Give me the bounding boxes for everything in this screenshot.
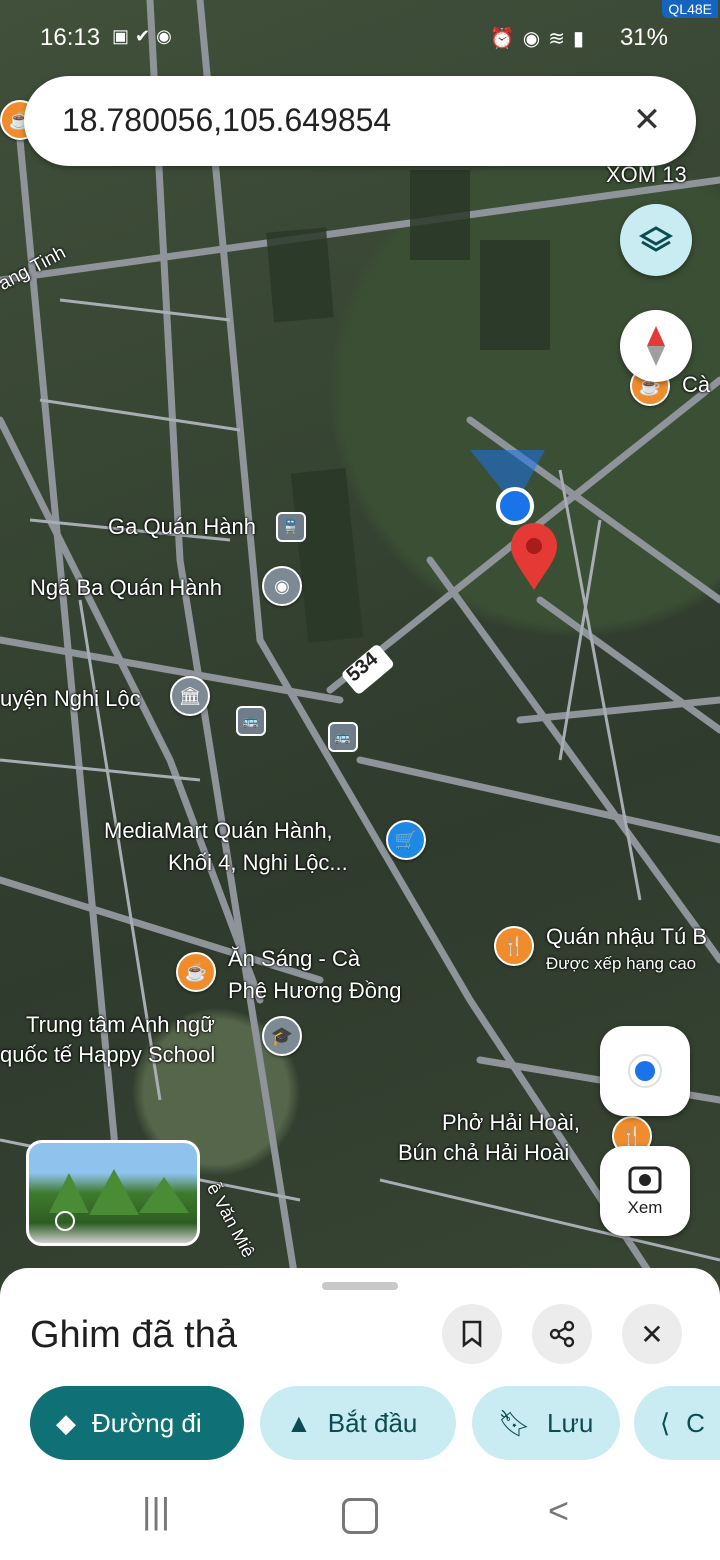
- school-icon[interactable]: 🎓: [262, 1016, 302, 1056]
- label-quan-nhau[interactable]: Quán nhậu Tú B: [546, 924, 707, 949]
- landmark-icon[interactable]: ◉: [262, 566, 302, 606]
- label-an-sang-line1[interactable]: Ăn Sáng - Cà: [228, 946, 360, 971]
- restaurant-icon[interactable]: 🍴: [494, 926, 534, 966]
- system-nav-bar: ||| <: [0, 1476, 720, 1560]
- share-chip[interactable]: ⟨ C: [634, 1386, 720, 1460]
- label-happy-school-line2[interactable]: quốc tế Happy School: [0, 1042, 215, 1067]
- label-happy-school-line1[interactable]: Trung tâm Anh ngữ: [26, 1012, 215, 1037]
- layers-button[interactable]: [620, 204, 692, 276]
- bus-stop-icon[interactable]: 🚌: [236, 706, 266, 736]
- status-bar: 16:13 ▣✔◉ ⏰◉≋▮ 31% QL48E: [0, 0, 720, 72]
- signal-icons: ⏰◉≋▮: [489, 28, 592, 50]
- bookmark-icon: [462, 1320, 482, 1348]
- directions-icon: ◆: [56, 1407, 76, 1438]
- shopping-cart-icon[interactable]: 🛒: [386, 820, 426, 860]
- place-title: Ghim đã thả: [30, 1314, 237, 1356]
- search-bar[interactable]: 18.780056,105.649854 ✕: [24, 76, 696, 166]
- share-icon: [549, 1320, 575, 1348]
- bookmark-icon: 🔖︎: [498, 1407, 532, 1438]
- search-query[interactable]: 18.780056,105.649854: [62, 102, 391, 139]
- close-icon[interactable]: ✕: [624, 98, 670, 144]
- camera-icon: [628, 1166, 662, 1194]
- label-ca[interactable]: Cà: [682, 372, 710, 397]
- carrier-badge: QL48E: [662, 0, 718, 18]
- label-nghi-loc[interactable]: uyện Nghi Lộc: [0, 686, 141, 711]
- sheet-drag-handle[interactable]: [322, 1282, 398, 1290]
- close-sheet-button[interactable]: ✕: [622, 1304, 682, 1364]
- label-quan-nhau-rating: Được xếp hạng cao: [546, 954, 697, 973]
- back-icon[interactable]: <: [548, 1490, 569, 1532]
- start-chip[interactable]: ▲ Bắt đầu: [260, 1386, 456, 1460]
- compass-button[interactable]: [620, 310, 692, 382]
- train-station-icon[interactable]: 🚆: [276, 512, 306, 542]
- lens-label: Xem: [627, 1198, 663, 1217]
- label-pho-line1[interactable]: Phở Hải Hoài,: [442, 1110, 580, 1135]
- lens-button[interactable]: Xem: [600, 1146, 690, 1236]
- label-mediamart-line1[interactable]: MediaMart Quán Hành,: [104, 818, 333, 843]
- label-mediamart-line2[interactable]: Khối 4, Nghi Lộc...: [168, 850, 348, 875]
- directions-label: Đường đi: [92, 1407, 202, 1438]
- layers-icon: [638, 226, 674, 252]
- street-view-thumbnail[interactable]: [26, 1140, 200, 1246]
- bus-stop-icon[interactable]: 🚌: [328, 722, 358, 752]
- navigation-arrow-icon: ▲: [286, 1407, 312, 1438]
- share-icon: ⟨: [660, 1407, 671, 1438]
- notification-icons: ▣✔◉: [112, 26, 178, 46]
- label-pho-line2[interactable]: Bún chả Hải Hoài: [398, 1140, 569, 1165]
- label-ga-quan-hanh[interactable]: Ga Quán Hành: [108, 514, 256, 539]
- share-label: C: [686, 1407, 705, 1438]
- battery-percent: 31%: [619, 24, 668, 51]
- my-location-icon: [628, 1054, 662, 1088]
- label-nga-ba-quan-hanh[interactable]: Ngã Ba Quán Hành: [30, 575, 222, 600]
- status-time: 16:13: [40, 24, 101, 51]
- close-icon: ✕: [640, 1318, 664, 1350]
- cafe-icon[interactable]: ☕: [176, 952, 216, 992]
- save-label: Lưu: [547, 1407, 594, 1438]
- my-location-button[interactable]: [600, 1026, 690, 1116]
- government-icon[interactable]: 🏛: [170, 676, 210, 716]
- compass-icon: [647, 326, 665, 366]
- home-icon[interactable]: [342, 1498, 378, 1534]
- start-label: Bắt đầu: [327, 1407, 418, 1438]
- directions-chip[interactable]: ◆ Đường đi: [30, 1386, 244, 1460]
- save-chip[interactable]: 🔖︎ Lưu: [472, 1386, 620, 1460]
- save-button[interactable]: [442, 1304, 502, 1364]
- recent-apps-icon[interactable]: |||: [142, 1490, 170, 1532]
- label-an-sang-line2[interactable]: Phê Hương Đồng: [228, 978, 401, 1003]
- street-view-image: [49, 1169, 189, 1231]
- share-button[interactable]: [532, 1304, 592, 1364]
